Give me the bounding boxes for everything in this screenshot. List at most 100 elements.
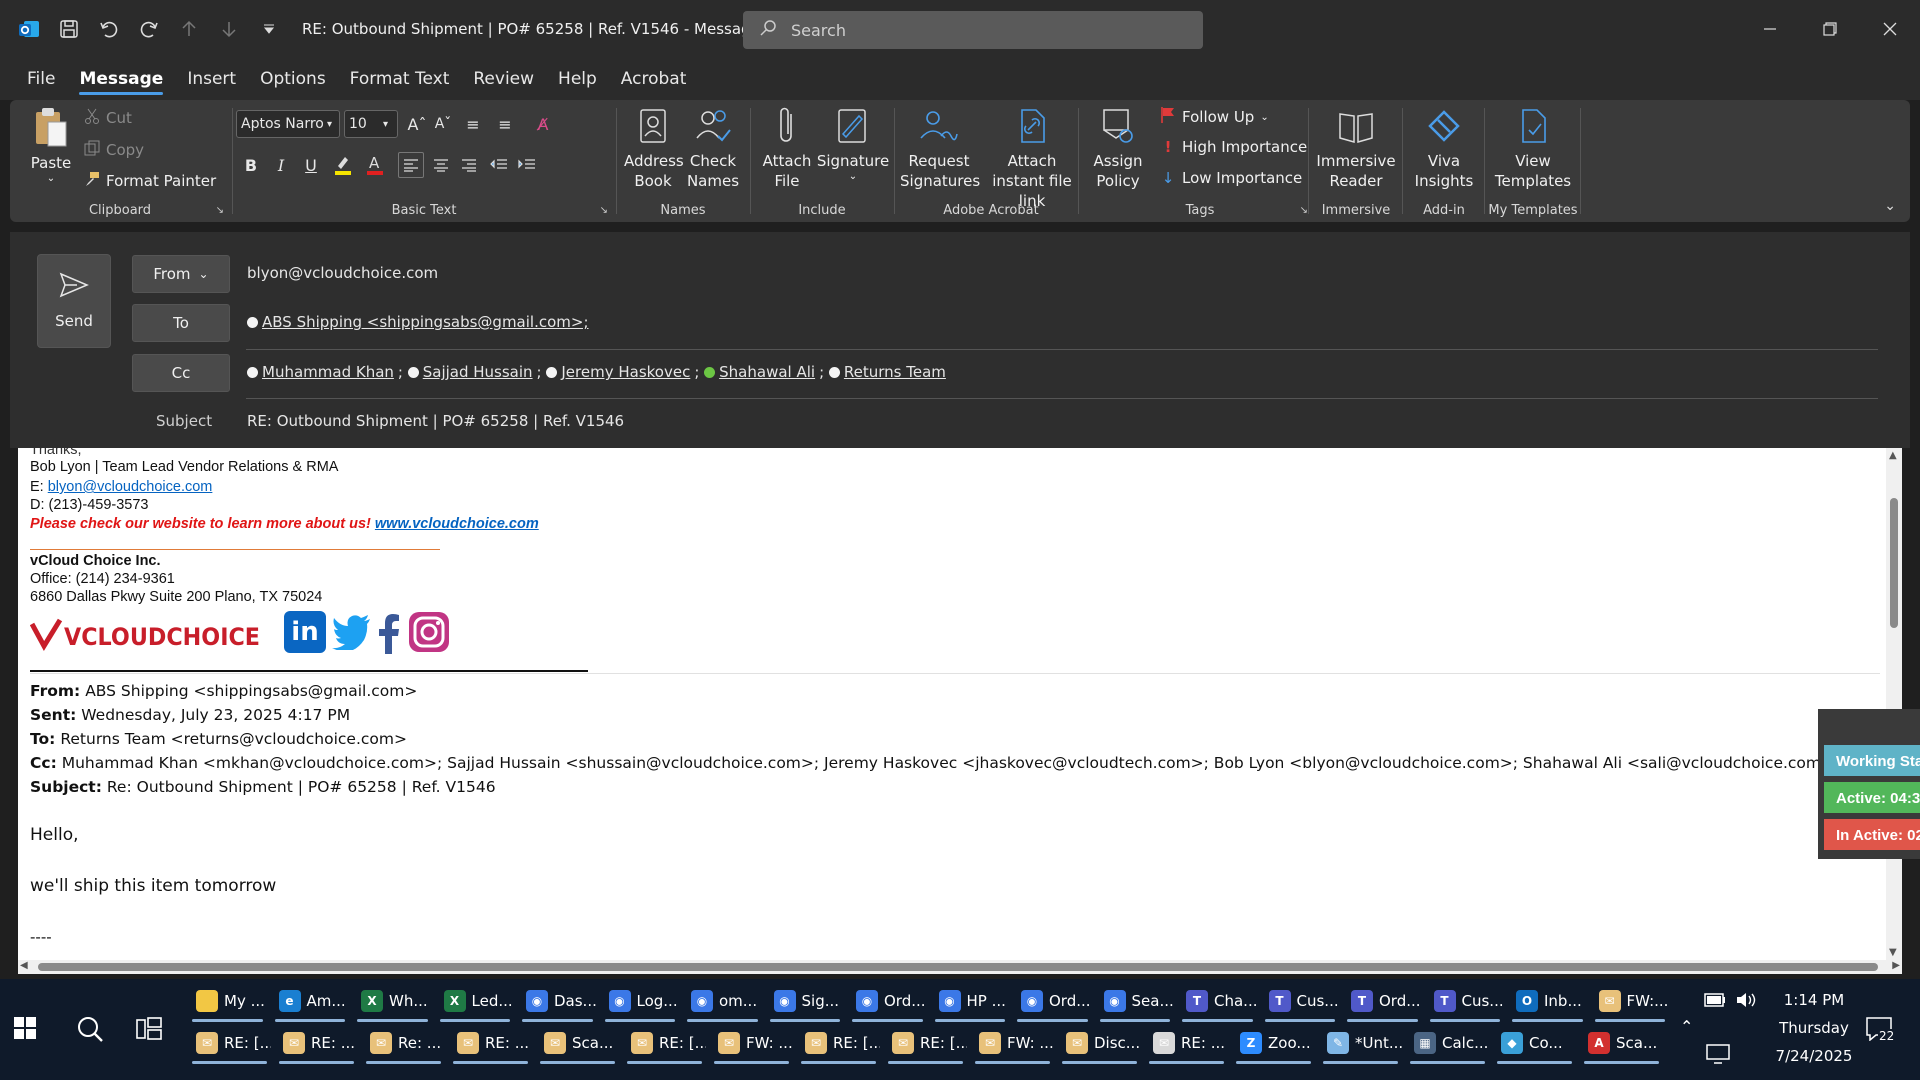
search-icon[interactable] [76,1015,104,1047]
arrow-down-icon[interactable] [218,18,240,40]
taskbar-app-button[interactable]: ✉ FW:... [1591,979,1670,1023]
taskbar-app-button[interactable]: ✎ *Unt... [1319,1021,1402,1065]
facebook-icon[interactable] [376,614,402,658]
assign-policy-button[interactable]: Assign Policy [1088,106,1148,191]
taskbar-app-button[interactable]: T Cus... [1261,979,1340,1023]
attach-file-button[interactable]: Attach File [756,106,818,191]
recipient-chip[interactable]: ABS Shipping <shippingsabs@gmail.com>; [247,313,589,331]
cc-field[interactable]: Muhammad Khan; Sajjad Hussain; Jeremy Ha… [247,363,950,381]
sig-website-link[interactable]: www.vcloudchoice.com [375,516,539,532]
taskbar-app-button[interactable]: ✉ Sca... [536,1021,619,1065]
taskbar-app-button[interactable]: T Ord... [1343,979,1422,1023]
save-icon[interactable] [58,18,80,40]
from-button[interactable]: From ⌄ [132,255,230,293]
taskbar-app-button[interactable]: ✉ RE: [... [797,1021,880,1065]
twitter-icon[interactable] [332,614,372,654]
clock-date[interactable]: 7/24/2025 [1772,1047,1856,1065]
recipient-chip[interactable]: Muhammad Khan [247,363,394,381]
italic-button[interactable]: I [268,152,294,178]
task-view-icon[interactable] [136,1017,162,1045]
taskbar-app-button[interactable]: X Wh... [353,979,432,1023]
clock-day[interactable]: Thursday [1772,1019,1856,1037]
redo-icon[interactable] [138,18,160,40]
notification-monitor-icon[interactable] [1706,1044,1730,1068]
recipient-chip[interactable]: Shahawal Ali [704,363,815,381]
taskbar-app-button[interactable]: Z Zoo... [1232,1021,1315,1065]
close-icon[interactable] [1860,0,1920,58]
sig-email-link[interactable]: blyon@vcloudchoice.com [48,479,213,495]
font-color-icon[interactable]: A [362,152,388,178]
minimize-icon[interactable] [1740,0,1800,58]
bullets-icon[interactable]: ≡ [460,111,486,137]
search-box[interactable]: Search [743,11,1203,49]
tab-help[interactable]: Help [558,63,597,95]
restore-icon[interactable] [1800,0,1860,58]
taskbar-app-button[interactable]: T Cus... [1426,979,1505,1023]
dialog-launcher-icon[interactable]: ↘ [1300,205,1308,216]
arrow-up-icon[interactable] [178,18,200,40]
taskbar-app-button[interactable]: ◉ Ord... [1013,979,1092,1023]
view-templates-button[interactable]: View Templates [1488,106,1578,191]
request-signatures-button[interactable]: Request Signatures [900,106,980,191]
clear-formatting-icon[interactable]: A̸ [530,111,556,137]
cut-button[interactable]: Cut [84,108,132,128]
tab-acrobat[interactable]: Acrobat [621,63,687,95]
hscroll-thumb[interactable] [38,963,1878,971]
signature-button[interactable]: Signature ⌄ [817,106,889,183]
scroll-thumb[interactable] [1890,498,1898,628]
align-left-icon[interactable] [398,152,424,178]
taskbar-app-button[interactable]: ◉ HP ... [931,979,1010,1023]
vertical-scrollbar[interactable]: ▲ ▼ [1886,448,1902,960]
recipient-chip[interactable]: Jeremy Haskovec [546,363,690,381]
format-painter-button[interactable]: Format Painter [84,171,216,191]
chevron-up-icon[interactable]: ⌃ [1680,1017,1693,1036]
copy-button[interactable]: Copy [84,140,144,160]
cc-button[interactable]: Cc [132,354,230,392]
message-body[interactable]: Thanks, Bob Lyon | Team Lead Vendor Rela… [18,448,1902,974]
align-right-icon[interactable] [456,152,482,178]
linkedin-icon[interactable]: in [284,611,326,653]
high-importance-button[interactable]: ! High Importance [1160,138,1308,156]
taskbar-app-button[interactable]: ✉ RE: [... [623,1021,706,1065]
taskbar-app-button[interactable]: ◉ Log... [601,979,680,1023]
subject-field[interactable]: RE: Outbound Shipment | PO# 65258 | Ref.… [247,412,624,430]
taskbar-app-button[interactable]: A Sca... [1580,1021,1663,1065]
align-center-icon[interactable] [428,152,454,178]
increase-indent-icon[interactable] [514,152,540,178]
volume-icon[interactable] [1736,992,1758,1012]
tab-message[interactable]: Message [79,63,163,95]
taskbar-app-button[interactable]: ✉ Disc... [1058,1021,1141,1065]
taskbar-app-button[interactable]: ◉ Sea... [1096,979,1175,1023]
scroll-down-icon[interactable]: ▼ [1889,947,1897,958]
numbering-icon[interactable]: ≡ [492,111,518,137]
font-size-select[interactable]: 10 ▾ [344,110,398,138]
taskbar-app-button[interactable]: O Inb... [1508,979,1587,1023]
to-button[interactable]: To [132,304,230,342]
collapse-ribbon-icon[interactable]: ⌄ [1884,198,1896,214]
taskbar-app-button[interactable]: ◉ Ord... [848,979,927,1023]
viva-insights-button[interactable]: Viva Insights [1410,106,1478,191]
battery-icon[interactable] [1704,992,1726,1012]
low-importance-button[interactable]: ↓ Low Importance [1160,169,1303,187]
clock-time[interactable]: 1:14 PM [1772,991,1856,1009]
dialog-launcher-icon[interactable]: ↘ [600,205,608,216]
taskbar-app-button[interactable]: ✉ RE: ... [275,1021,358,1065]
underline-button[interactable]: U [298,152,324,178]
scroll-left-icon[interactable]: ◀ [20,960,28,971]
taskbar-app-button[interactable]: ✉ FW: ... [710,1021,793,1065]
address-book-button[interactable]: Address Book [624,106,684,191]
attach-instant-file-link-button[interactable]: Attach instant file link [982,106,1082,211]
scroll-right-icon[interactable]: ▶ [1892,960,1900,971]
tab-insert[interactable]: Insert [187,63,236,95]
taskbar-app-button[interactable]: ◉ Das... [518,979,597,1023]
taskbar-app-button[interactable]: T Cha... [1178,979,1257,1023]
decrease-indent-icon[interactable] [486,152,512,178]
taskbar-app-button[interactable]: ✉ RE: [... [188,1021,271,1065]
notification-center-icon[interactable]: 22 [1866,1017,1902,1045]
taskbar-app-button[interactable]: ✉ RE: ... [449,1021,532,1065]
send-button[interactable]: Send [37,254,111,348]
scroll-up-icon[interactable]: ▲ [1889,450,1897,461]
taskbar-app-button[interactable]: ✉ RE: ... [1145,1021,1228,1065]
horizontal-scrollbar[interactable]: ◀ ▶ [18,960,1902,974]
instagram-icon[interactable] [408,611,450,657]
